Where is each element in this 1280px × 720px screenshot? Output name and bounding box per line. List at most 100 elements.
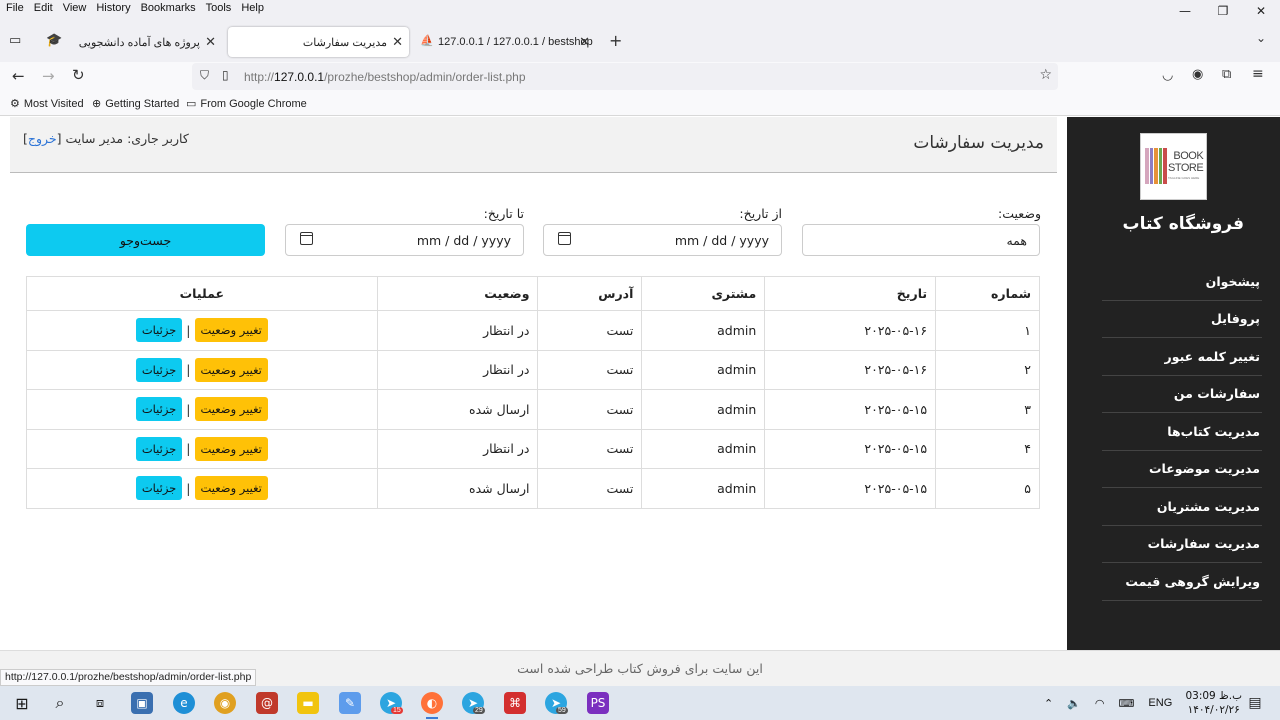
language-indicator[interactable]: ENG [1148,697,1172,709]
sidebar-item-manage-customers[interactable]: مدیریت مشتریان [1102,488,1262,526]
notifications-icon[interactable]: ▤ [1244,692,1266,714]
close-tab-icon[interactable]: ✕ [579,34,590,50]
order-number: ۵ [935,468,1040,509]
order-date: ۲۰۲۵-۰۵-۱۶ [764,350,936,390]
logout-link[interactable]: خروج [28,131,57,146]
column-header-number: شماره [935,276,1040,311]
new-tab-icon[interactable]: + [609,31,622,50]
clock-date: ۱۴۰۴/۰۲/۲۶ [1187,704,1240,716]
search-button[interactable]: جست‌وجو [26,224,265,256]
back-icon[interactable]: ← [12,67,25,85]
account-icon[interactable]: ◉ [1192,67,1203,82]
details-button[interactable]: جزئیات [135,476,183,501]
firefox-icon[interactable]: ◐ [421,692,443,719]
status-select[interactable]: همه [802,224,1040,256]
calendar-icon[interactable] [300,232,313,245]
wifi-icon[interactable]: ◠ [1095,697,1105,710]
menu-view[interactable]: View [63,2,87,14]
keyboard-icon[interactable]: ⌨ [1119,697,1135,710]
tab-overview-icon[interactable]: ▭ [9,33,21,48]
graduation-cap-icon: 🎓 [46,33,63,48]
sidebar-item-my-orders[interactable]: سفارشات من [1102,376,1262,413]
phpstorm-icon[interactable]: PS [587,692,609,714]
edge-icon[interactable]: e [173,692,195,714]
close-tab-icon[interactable]: ✕ [205,34,216,50]
tab-order-management[interactable]: مدیریت سفارشات ✕ [228,27,409,57]
bookmark-star-icon[interactable]: ☆ [1039,67,1052,83]
tab-phpmyadmin[interactable]: ⛵ 127.0.0.1 / 127.0.0.1 / bestshop ✕ [414,27,596,57]
sidebar-item-manage-books[interactable]: مدیریت کتاب‌ها [1102,413,1262,451]
change-status-button[interactable]: تغییر وضعیت [194,436,268,461]
menu-edit[interactable]: Edit [34,2,53,14]
clock-time: ب.ظ 03:09 [1185,690,1242,702]
pocket-icon[interactable]: ◡ [1162,68,1173,83]
navigation-bar: ← → ↻ ⛉ ▯ http://127.0.0.1/prozhe/bestsh… [0,62,1280,92]
browser-menubar: File Edit View History Bookmarks Tools H… [0,0,1280,22]
change-status-button[interactable]: تغییر وضعیت [194,397,268,422]
file-explorer-icon[interactable]: ▬ [297,692,319,714]
pdf-reader-icon[interactable]: ⌘ [504,692,526,714]
shield-icon[interactable]: ⛉ [200,68,209,83]
menu-tools[interactable]: Tools [206,2,232,14]
from-date-input[interactable]: mm / dd / yyyy [543,224,782,256]
menu-history[interactable]: History [96,2,130,14]
bookmark-from-google-chrome[interactable]: ▭ From Google Chrome [186,97,307,111]
chrome-icon[interactable]: ◉ [214,692,236,714]
details-button[interactable]: جزئیات [135,397,183,422]
reload-icon[interactable]: ↻ [72,66,85,84]
volume-icon[interactable]: 🔈 [1067,697,1081,710]
chevron-up-icon[interactable]: ⌃ [1044,697,1053,710]
change-status-button[interactable]: تغییر وضعیت [194,318,268,343]
restore-icon[interactable]: ❐ [1204,0,1242,22]
extensions-icon[interactable]: ⧉ [1222,67,1231,82]
column-header-customer: مشتری [641,276,765,311]
menu-help[interactable]: Help [241,2,264,14]
sidebar-item-change-password[interactable]: تغییر کلمه عبور [1102,338,1262,376]
task-view-icon[interactable]: ⧈ [89,692,111,714]
tab-student-projects[interactable]: پروژه های آماده دانشجویی ✕ [64,27,222,57]
calendar-icon[interactable] [558,232,571,245]
minimize-icon[interactable]: — [1166,0,1204,22]
order-date: ۲۰۲۵-۰۵-۱۵ [764,468,936,509]
list-tabs-icon[interactable]: ⌄ [1256,31,1266,45]
details-button[interactable]: جزئیات [135,318,183,343]
status-filter-label: وضعیت: [998,206,1041,221]
change-status-button[interactable]: تغییر وضعیت [194,357,268,382]
clock[interactable]: ب.ظ 03:09 ۱۴۰۴/۰۲/۲۶ [1185,689,1242,717]
page-info-icon[interactable]: ▯ [222,68,229,82]
app-icon[interactable]: @ [256,692,278,714]
close-tab-icon[interactable]: ✕ [392,34,403,50]
menu-bookmarks[interactable]: Bookmarks [141,2,196,14]
to-date-input[interactable]: mm / dd / yyyy [285,224,524,256]
column-header-address: آدرس [537,276,642,311]
windows-start-icon[interactable]: ⊞ [11,692,33,714]
sidebar-item-dashboard[interactable]: پیشخوان [1102,263,1262,301]
table-row: ۱ ۲۰۲۵-۰۵-۱۶ admin تست در انتظار تغییر و… [26,310,1040,351]
menu-file[interactable]: File [6,2,24,14]
order-address: تست [537,468,642,509]
to-date-label: تا تاریخ: [483,206,524,221]
forward-icon[interactable]: → [42,67,55,85]
bookmark-most-visited[interactable]: ⚙ Most Visited [10,97,84,111]
folder-icon: ▭ [186,98,197,110]
sidebar-item-manage-orders[interactable]: مدیریت سفارشات [1102,526,1262,563]
separator: | [186,401,191,417]
notes-icon[interactable]: ✎ [339,692,361,714]
address-bar[interactable]: ⛉ ▯ http://127.0.0.1/prozhe/bestshop/adm… [192,63,1058,90]
details-button[interactable]: جزئیات [135,357,183,382]
change-status-button[interactable]: تغییر وضعیت [194,476,268,501]
sidebar-item-bulk-price-edit[interactable]: ویرایش گروهی قیمت [1102,563,1262,601]
to-date-placeholder: mm / dd / yyyy [416,233,511,248]
sidebar-item-manage-subjects[interactable]: مدیریت موضوعات [1102,451,1262,488]
store-icon[interactable]: ▣ [131,692,153,714]
sidebar-item-profile[interactable]: پروفایل [1102,301,1262,338]
search-icon[interactable]: ⌕ [49,692,71,714]
details-button[interactable]: جزئیات [135,436,183,461]
phpmyadmin-icon: ⛵ [420,35,434,47]
page-content: BOOK STORE TAGLINE GOES HERE فروشگاه کتاب… [0,117,1280,686]
bookmark-getting-started[interactable]: ⊕ Getting Started [92,97,179,111]
main-panel: مدیریت سفارشات کاربر جاری: مدیر سایت [خر… [10,117,1057,650]
link-status-tooltip: http://127.0.0.1/prozhe/bestshop/admin/o… [0,669,257,686]
close-window-icon[interactable]: ✕ [1242,0,1280,22]
hamburger-menu-icon[interactable]: ≡ [1252,66,1264,82]
